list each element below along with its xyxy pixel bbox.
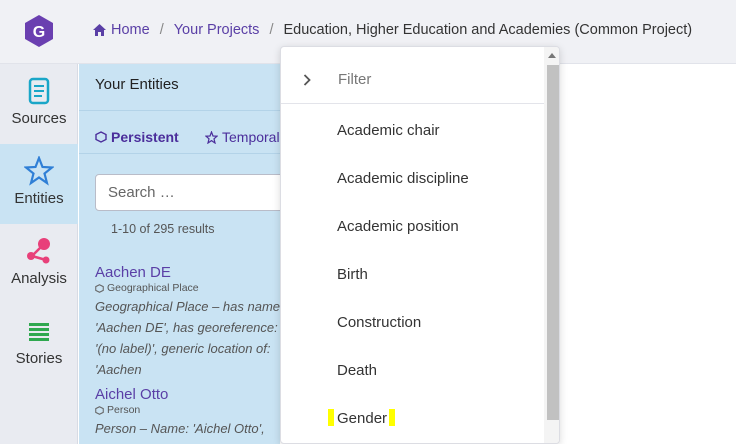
nav-item-sources[interactable]: Sources: [0, 64, 78, 144]
entity-description: Person – Name: 'Aichel Otto', has: [95, 421, 265, 444]
tab-temporal[interactable]: Temporal: [205, 129, 280, 145]
lines-icon: [29, 323, 49, 341]
nav-label: Analysis: [11, 270, 67, 287]
nav-item-entities[interactable]: Entities: [0, 144, 78, 224]
app-logo-icon[interactable]: G: [24, 14, 54, 48]
nav-item-analysis[interactable]: Analysis: [0, 224, 78, 304]
entities-panel: Your Entities Persistent Temporal Search…: [79, 64, 280, 444]
dropdown-option[interactable]: Academic discipline: [337, 170, 469, 187]
entity-description: Geographical Place – has name: 'Aachen D…: [95, 299, 280, 377]
tab-persistent[interactable]: Persistent: [95, 129, 179, 145]
breadcrumb: Home / Your Projects / Education, Higher…: [93, 22, 692, 38]
highlight-mark: [389, 409, 395, 426]
hexagon-icon: [95, 131, 107, 143]
filter-row: Filter: [281, 47, 544, 104]
nav-item-stories[interactable]: Stories: [0, 304, 78, 384]
nav-label: Sources: [11, 110, 67, 127]
star-outline-icon: [205, 130, 218, 144]
list-item[interactable]: Aichel Otto Person Person – Name: 'Aiche…: [95, 386, 280, 444]
type-dropdown: Filter Academic chair Academic disciplin…: [280, 46, 560, 444]
chevron-right-icon[interactable]: [303, 74, 311, 86]
list-item[interactable]: Aachen DE Geographical Place Geographica…: [95, 264, 280, 380]
entity-type-label: Person: [107, 404, 141, 416]
dropdown-option[interactable]: Academic position: [337, 218, 459, 235]
entity-type: Geographical Place: [95, 282, 280, 294]
breadcrumb-separator: /: [269, 22, 274, 38]
hexagon-icon: [95, 405, 104, 415]
entity-name-link[interactable]: Aachen DE: [95, 264, 280, 281]
home-icon: [93, 24, 106, 36]
breadcrumb-separator: /: [159, 22, 164, 38]
nav-label: Stories: [15, 350, 63, 367]
nav-label: Entities: [14, 190, 64, 207]
tab-label: Persistent: [111, 129, 179, 145]
breadcrumb-home-link[interactable]: Home: [111, 22, 150, 38]
dropdown-option[interactable]: Death: [337, 362, 377, 379]
breadcrumb-projects-link[interactable]: Your Projects: [174, 22, 260, 38]
scroll-up-arrow-icon[interactable]: [548, 53, 556, 58]
network-icon: [27, 238, 50, 264]
dropdown-option[interactable]: Birth: [337, 266, 368, 283]
hexagon-icon: [95, 283, 104, 293]
dropdown-option[interactable]: Construction: [337, 314, 421, 331]
panel-title: Your Entities: [95, 76, 179, 93]
entity-type: Person: [95, 404, 280, 416]
filter-input[interactable]: Filter: [338, 71, 371, 88]
results-count: 1-10 of 295 results: [111, 222, 215, 236]
svg-text:G: G: [33, 24, 45, 41]
scroll-icon: [28, 77, 50, 105]
search-input[interactable]: Search …: [95, 174, 280, 211]
dropdown-option[interactable]: Gender: [337, 410, 387, 427]
tab-label: Temporal: [222, 129, 280, 145]
scrollbar-thumb[interactable]: [547, 65, 559, 420]
dropdown-option[interactable]: Academic chair: [337, 122, 440, 139]
entity-tabs: Persistent Temporal: [79, 110, 280, 154]
breadcrumb-current: Education, Higher Education and Academie…: [283, 22, 693, 38]
left-nav: Sources Entities Analysis Stories: [0, 64, 78, 444]
star-icon: [24, 156, 54, 186]
entity-name-link[interactable]: Aichel Otto: [95, 386, 280, 403]
entity-type-label: Geographical Place: [107, 282, 199, 294]
highlight-mark: [328, 409, 334, 426]
